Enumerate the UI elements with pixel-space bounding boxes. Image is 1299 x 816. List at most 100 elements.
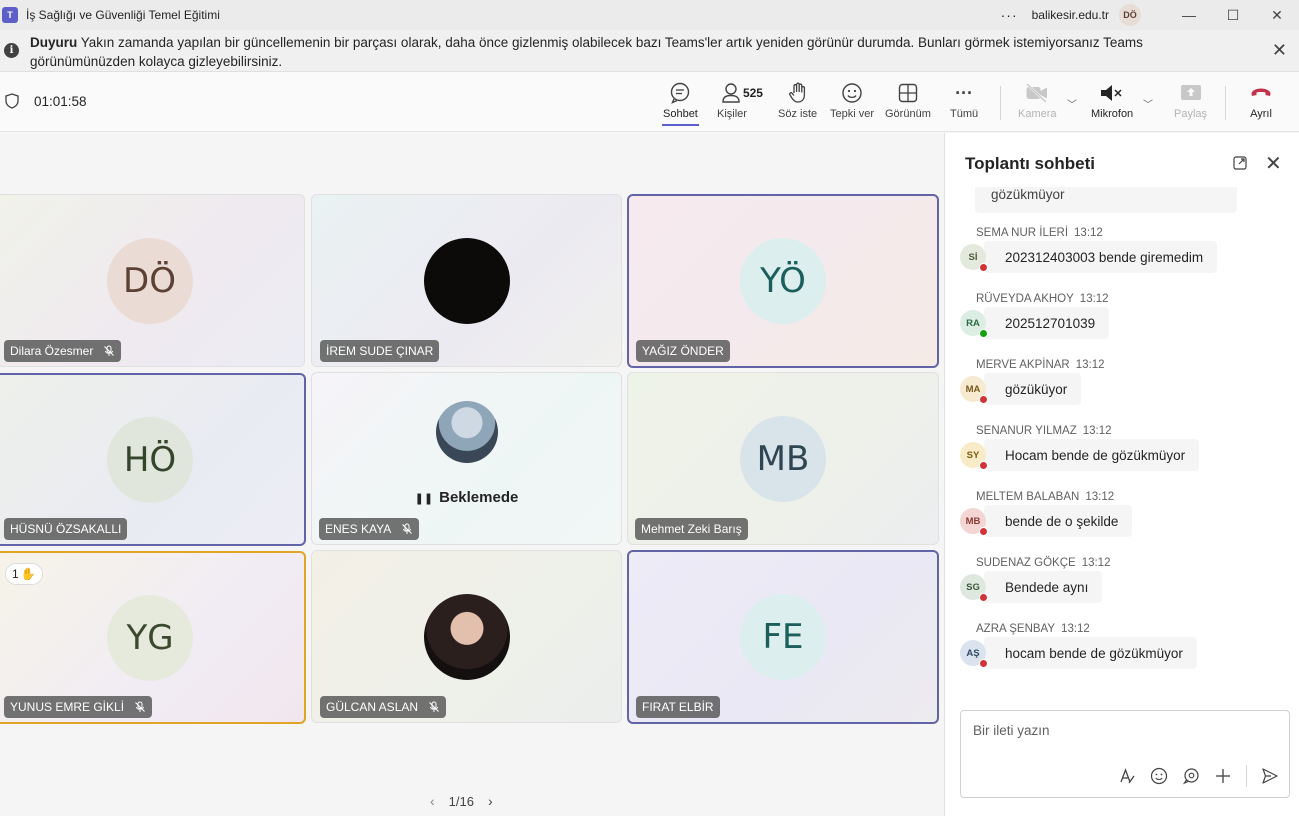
- participant-tile[interactable]: FE FIRAT ELBİR: [627, 550, 939, 724]
- participant-avatar: FE: [740, 594, 826, 680]
- chat-author: MELTEM BALABAN: [976, 491, 1080, 503]
- pop-out-icon[interactable]: [1233, 156, 1247, 170]
- chat-message-text: Hocam bende de gözükmüyor: [1005, 447, 1186, 463]
- raised-hand-badge: 1 ✋: [5, 563, 43, 585]
- organization-label[interactable]: balikesir.edu.tr: [1032, 8, 1109, 22]
- chat-message-bubble: gözükmüyor: [975, 187, 1237, 213]
- people-label: Kişiler: [717, 108, 747, 120]
- announcement-banner: i Duyuru Yakın zamanda yapılan bir günce…: [0, 30, 1299, 72]
- camera-label: Kamera: [1018, 108, 1057, 120]
- toolbar-divider: [1225, 86, 1226, 120]
- participant-name: YUNUS EMRE GİKLİ: [10, 700, 125, 714]
- emoji-picker-icon[interactable]: [1150, 767, 1168, 785]
- message-compose-box[interactable]: Bir ileti yazın: [960, 710, 1290, 798]
- chat-message-meta: SUDENAZ GÖKÇE 13:12: [976, 557, 1110, 569]
- people-icon: [722, 83, 740, 103]
- raise-hand-button[interactable]: Söz iste: [778, 80, 817, 120]
- camera-button[interactable]: Kamera: [1018, 80, 1057, 120]
- participant-name-tag: YUNUS EMRE GİKLİ: [4, 696, 153, 718]
- chat-time: 13:12: [1082, 425, 1112, 437]
- raised-hand-icon: ✋: [20, 567, 36, 581]
- chat-message-meta: SENANUR YILMAZ 13:12: [976, 425, 1112, 437]
- close-chat-button[interactable]: ✕: [1265, 151, 1282, 176]
- on-hold-label: Beklemede: [439, 489, 519, 506]
- toolbar-divider: [1000, 86, 1001, 120]
- presence-busy-icon: [979, 527, 988, 536]
- participant-avatar: YÖ: [740, 238, 826, 324]
- chat-message-text: 202312403003 bende giremedim: [1005, 249, 1204, 265]
- participant-tile[interactable]: MB Mehmet Zeki Barış: [627, 372, 939, 545]
- video-stage: DÖ Dilara Özesmer İREM SUDE ÇINAR YÖ YAĞ…: [0, 133, 944, 816]
- chat-message-bubble: 202512701039: [984, 307, 1110, 339]
- participant-tile[interactable]: DÖ Dilara Özesmer: [0, 194, 305, 367]
- chat-message-meta: MELTEM BALABAN 13:12: [976, 491, 1114, 503]
- close-banner-button[interactable]: ✕: [1272, 40, 1287, 61]
- close-window-button[interactable]: ✕: [1255, 0, 1299, 30]
- participant-tile[interactable]: YÖ YAĞIZ ÖNDER: [627, 194, 939, 368]
- participant-name-tag: YAĞIZ ÖNDER: [636, 340, 730, 362]
- participant-tile[interactable]: ❚❚ Beklemede ENES KAYA: [311, 372, 622, 545]
- more-actions-button[interactable]: ··· Tümü: [950, 80, 978, 121]
- participant-name: ENES KAYA: [325, 522, 392, 536]
- loop-component-icon[interactable]: [1182, 767, 1200, 785]
- raise-hand-label: Söz iste: [778, 108, 818, 120]
- chat-message: SEMA NUR İLERİ 13:12 202312403003 bende g…: [945, 227, 1299, 293]
- teams-logo-icon: T: [2, 7, 18, 23]
- participant-tile[interactable]: GÜLCAN ASLAN: [311, 550, 622, 723]
- previous-page-icon[interactable]: ‹: [430, 793, 435, 809]
- presence-busy-icon: [979, 659, 988, 668]
- microphone-label: Mikrofon: [1091, 108, 1134, 120]
- chat-message-meta: RÜVEYDA AKHOY 13:12: [976, 293, 1109, 305]
- chat-message: SUDENAZ GÖKÇE 13:12 Bendede aynı SG: [945, 557, 1299, 623]
- chat-time: 13:12: [1079, 293, 1109, 305]
- chat-time: 13:12: [1085, 491, 1115, 503]
- attach-plus-icon[interactable]: [1214, 767, 1232, 785]
- participant-name: HÜSNÜ ÖZSAKALLI: [10, 522, 122, 536]
- next-page-icon[interactable]: ›: [488, 793, 493, 809]
- share-button[interactable]: Paylaş: [1174, 80, 1207, 120]
- minimize-button[interactable]: —: [1167, 0, 1211, 30]
- react-button[interactable]: Tepki ver: [830, 80, 874, 120]
- chat-message-meta: MERVE AKPİNAR 13:12: [976, 359, 1105, 371]
- maximize-button[interactable]: ☐: [1211, 0, 1255, 30]
- participant-tile[interactable]: 1 ✋ YG YUNUS EMRE GİKLİ: [0, 551, 306, 724]
- presence-busy-icon: [979, 461, 988, 470]
- meeting-chat-panel: Toplantı sohbeti ✕ gözükmüyor SEMA NUR İ…: [944, 133, 1299, 816]
- chat-message-list[interactable]: gözükmüyor SEMA NUR İLERİ 13:12 202312403…: [945, 187, 1299, 697]
- camera-options-chevron-icon[interactable]: ﹀: [1067, 96, 1077, 111]
- view-button[interactable]: Görünüm: [885, 80, 931, 120]
- participant-tile[interactable]: İREM SUDE ÇINAR: [311, 194, 622, 367]
- presence-available-icon: [979, 329, 988, 338]
- format-text-icon[interactable]: [1118, 767, 1136, 785]
- profile-avatar[interactable]: DÖ: [1119, 4, 1141, 26]
- hang-up-icon: [1251, 88, 1271, 96]
- chat-message-bubble: bende de o şekilde: [984, 505, 1133, 537]
- announcement-text: Duyuru Yakın zamanda yapılan bir güncell…: [30, 33, 1250, 71]
- participant-name: Mehmet Zeki Barış: [641, 522, 742, 536]
- participant-name: GÜLCAN ASLAN: [326, 700, 419, 714]
- people-button[interactable]: 525 Kişiler: [717, 80, 767, 120]
- share-screen-icon: [1180, 85, 1201, 100]
- chat-label: Sohbet: [663, 108, 698, 120]
- participant-avatar: MB: [740, 415, 826, 502]
- page-indicator: 1/16: [448, 793, 474, 809]
- chat-message-text: bende de o şekilde: [1005, 513, 1119, 529]
- page-navigator: ‹ 1/16 ›: [430, 793, 493, 809]
- pause-icon: ❚❚: [414, 493, 434, 505]
- participant-tile[interactable]: HÖ HÜSNÜ ÖZSAKALLI: [0, 373, 306, 546]
- chat-author: RÜVEYDA AKHOY: [976, 293, 1074, 305]
- participant-name-tag: Mehmet Zeki Barış: [635, 518, 748, 540]
- leave-button[interactable]: Ayrıl: [1250, 80, 1272, 120]
- view-label: Görünüm: [885, 108, 931, 120]
- chat-message-meta: SEMA NUR İLERİ 13:12: [976, 227, 1103, 239]
- mic-off-icon: [429, 701, 439, 712]
- chat-author: SUDENAZ GÖKÇE: [976, 557, 1076, 569]
- participant-avatar: DÖ: [106, 237, 193, 324]
- chat-button[interactable]: Sohbet: [662, 80, 699, 126]
- presence-busy-icon: [979, 593, 988, 602]
- window-title: İş Sağlığı ve Güvenliği Temel Eğitimi: [26, 8, 220, 22]
- send-icon[interactable]: [1261, 767, 1279, 785]
- more-options-icon[interactable]: ···: [1001, 7, 1018, 23]
- microphone-button[interactable]: Mikrofon: [1091, 80, 1133, 120]
- microphone-options-chevron-icon[interactable]: ﹀: [1143, 96, 1153, 111]
